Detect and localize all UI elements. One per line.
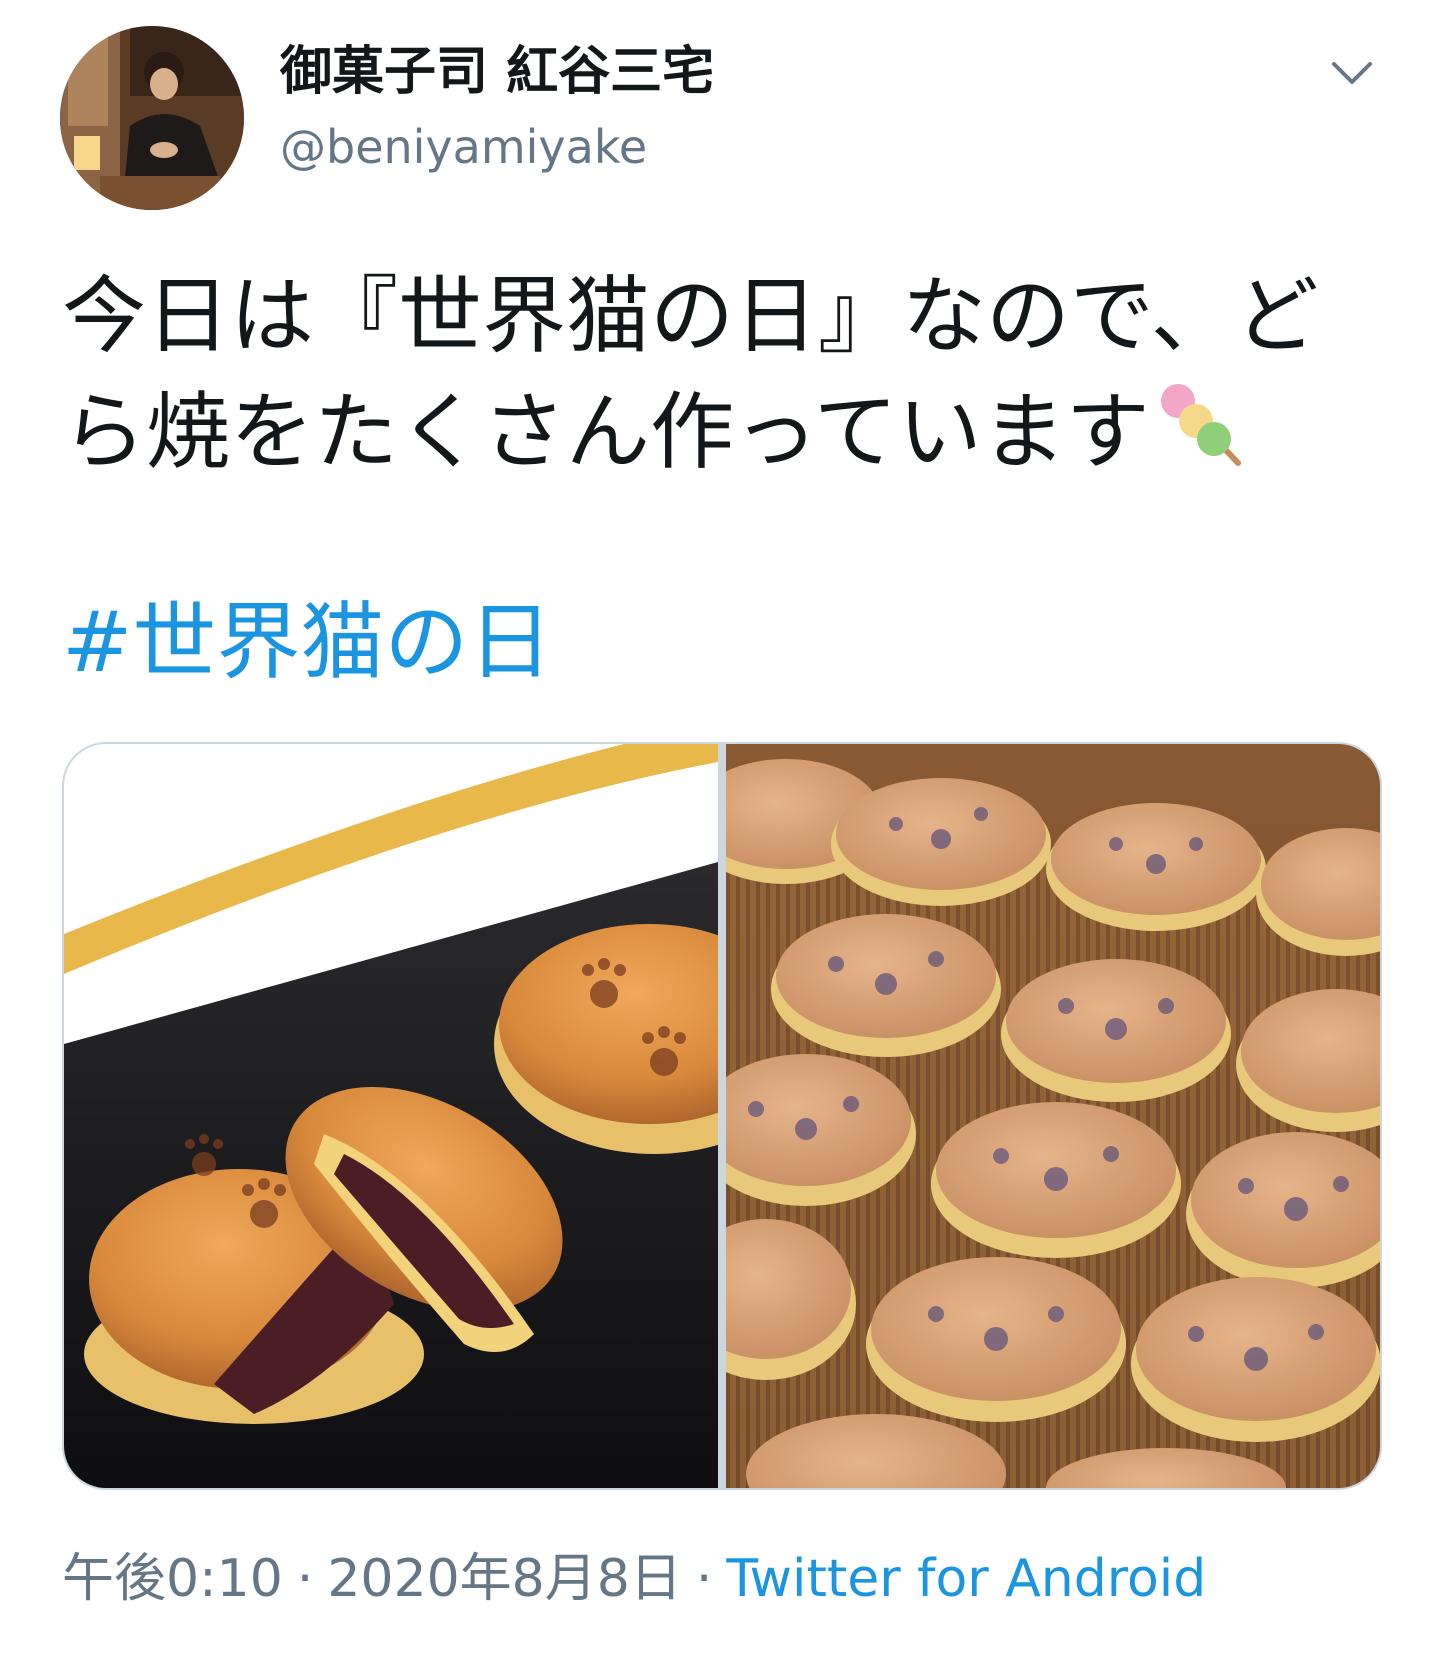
tweet: 御菓子司 紅谷三宅 @beniyamiyake 今日は『世界猫の日』なので、ど … xyxy=(0,0,1440,1674)
media-photo-left[interactable] xyxy=(64,744,718,1488)
user-handle[interactable]: @beniyamiyake xyxy=(280,118,647,176)
dorayaki-rows-photo-icon xyxy=(726,744,1380,1488)
source-link[interactable]: Twitter for Android xyxy=(726,1549,1206,1609)
avatar[interactable] xyxy=(60,26,244,210)
hashtag-link[interactable]: #世界猫の日 xyxy=(62,586,552,698)
separator-dot: · xyxy=(695,1549,713,1609)
tweet-time[interactable]: 午後0:10 xyxy=(62,1549,283,1609)
tweet-text-line-2: ら焼をたくさん作っています xyxy=(62,374,1352,490)
display-name[interactable]: 御菓子司 紅谷三宅 xyxy=(280,40,714,104)
media-grid xyxy=(62,742,1382,1490)
avatar-photo-icon xyxy=(60,26,244,210)
tweet-text: 今日は『世界猫の日』なので、ど ら焼をたくさん作っています xyxy=(62,258,1352,490)
dorayaki-closeup-photo-icon xyxy=(64,744,718,1488)
tweet-text-line-2-text: ら焼をたくさん作っています xyxy=(62,383,1150,481)
tweet-metadata: 午後0:10 · 2020年8月8日 · Twitter for Android xyxy=(62,1546,1206,1612)
dango-emoji-icon xyxy=(1160,384,1241,466)
chevron-down-icon[interactable] xyxy=(1328,52,1376,92)
separator-dot: · xyxy=(296,1549,314,1609)
media-photo-right[interactable] xyxy=(726,744,1380,1488)
tweet-date[interactable]: 2020年8月8日 xyxy=(327,1549,682,1609)
tweet-text-line-1: 今日は『世界猫の日』なので、ど xyxy=(62,267,1319,365)
